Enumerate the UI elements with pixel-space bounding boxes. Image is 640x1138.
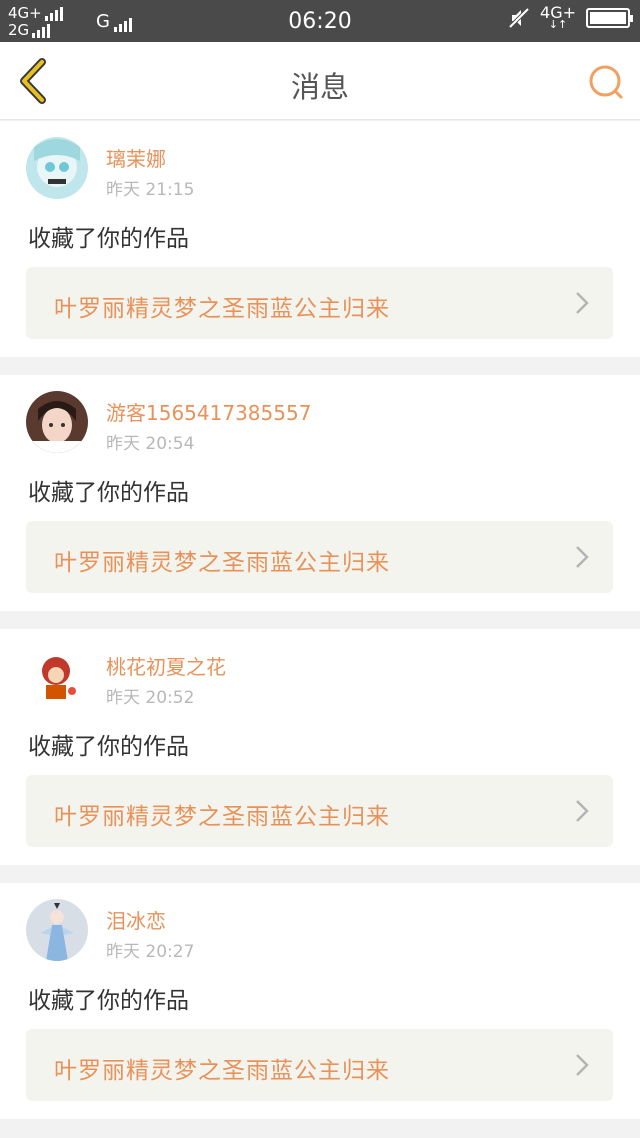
work-link[interactable]: 叶罗丽精灵梦之圣雨蓝公主归来 bbox=[26, 521, 613, 593]
notification-list: 璃茉娜 昨天 21:15 收藏了你的作品 叶罗丽精灵梦之圣雨蓝公主归来 游客15… bbox=[0, 121, 640, 1137]
chevron-right-icon bbox=[576, 546, 589, 568]
avatar-image bbox=[26, 391, 88, 453]
work-link[interactable]: 叶罗丽精灵梦之圣雨蓝公主归来 bbox=[26, 775, 613, 847]
avatar-image bbox=[26, 645, 88, 707]
mute-icon bbox=[508, 7, 530, 28]
chevron-right-icon bbox=[576, 292, 589, 314]
username[interactable]: 桃花初夏之花 bbox=[106, 651, 226, 680]
action-text: 收藏了你的作品 bbox=[28, 480, 189, 506]
work-title: 叶罗丽精灵梦之圣雨蓝公主归来 bbox=[54, 550, 390, 576]
username[interactable]: 游客1565417385557 bbox=[106, 397, 311, 426]
username[interactable]: 璃茉娜 bbox=[106, 143, 166, 172]
page-title: 消息 bbox=[290, 70, 349, 104]
timestamp: 昨天 20:54 bbox=[106, 434, 195, 454]
timestamp: 昨天 21:15 bbox=[106, 180, 195, 200]
work-title: 叶罗丽精灵梦之圣雨蓝公主归来 bbox=[54, 1058, 390, 1084]
work-link[interactable]: 叶罗丽精灵梦之圣雨蓝公主归来 bbox=[26, 267, 613, 339]
timestamp: 昨天 20:52 bbox=[106, 688, 195, 708]
avatar-image bbox=[26, 899, 88, 961]
battery-icon bbox=[586, 7, 633, 28]
notification-card: 泪冰恋 昨天 20:27 收藏了你的作品 叶罗丽精灵梦之圣雨蓝公主归来 bbox=[0, 883, 640, 1119]
chevron-right-icon bbox=[576, 800, 589, 822]
search-icon bbox=[589, 65, 623, 99]
action-text: 收藏了你的作品 bbox=[28, 734, 189, 760]
avatar[interactable] bbox=[26, 391, 88, 453]
notification-card: 游客1565417385557 昨天 20:54 收藏了你的作品 叶罗丽精灵梦之… bbox=[0, 375, 640, 611]
chevron-right-icon bbox=[576, 1054, 589, 1076]
avatar[interactable] bbox=[26, 137, 88, 199]
action-text: 收藏了你的作品 bbox=[28, 988, 189, 1014]
work-title: 叶罗丽精灵梦之圣雨蓝公主归来 bbox=[54, 804, 390, 830]
work-link[interactable]: 叶罗丽精灵梦之圣雨蓝公主归来 bbox=[26, 1029, 613, 1101]
work-title: 叶罗丽精灵梦之圣雨蓝公主归来 bbox=[54, 296, 390, 322]
search-button[interactable] bbox=[586, 62, 626, 102]
network-4g-icon: 4G+ ↓↑ bbox=[540, 3, 576, 31]
notification-card: 璃茉娜 昨天 21:15 收藏了你的作品 叶罗丽精灵梦之圣雨蓝公主归来 bbox=[0, 121, 640, 357]
status-bar: 4G+ 2G G 06:20 4G+ ↓↑ bbox=[0, 0, 640, 42]
timestamp: 昨天 20:27 bbox=[106, 942, 195, 962]
avatar[interactable] bbox=[26, 899, 88, 961]
avatar-image bbox=[26, 137, 88, 199]
header: 消息 bbox=[0, 42, 640, 120]
username[interactable]: 泪冰恋 bbox=[106, 905, 166, 934]
notification-card: 桃花初夏之花 昨天 20:52 收藏了你的作品 叶罗丽精灵梦之圣雨蓝公主归来 bbox=[0, 629, 640, 865]
avatar[interactable] bbox=[26, 645, 88, 707]
action-text: 收藏了你的作品 bbox=[28, 226, 189, 252]
status-right: 4G+ ↓↑ bbox=[508, 3, 633, 31]
